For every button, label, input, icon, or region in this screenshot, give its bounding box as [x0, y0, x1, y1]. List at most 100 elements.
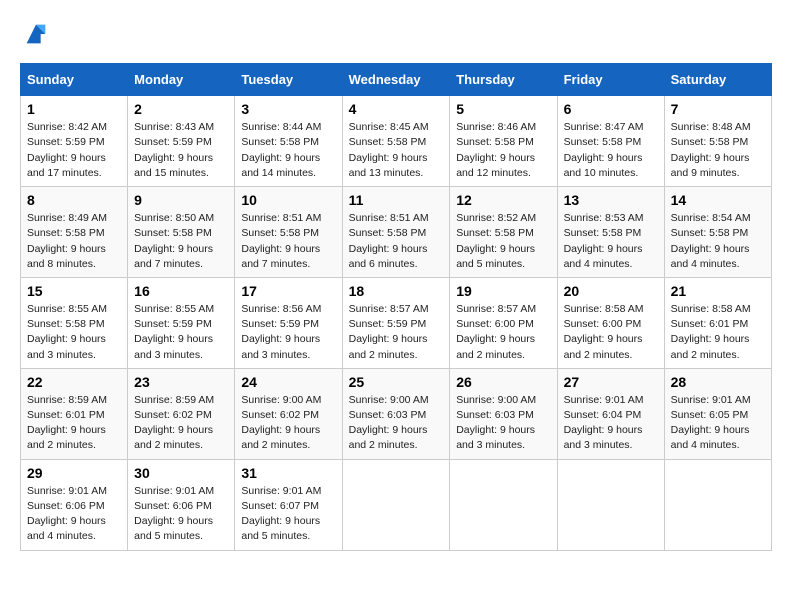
logo-icon — [22, 20, 50, 48]
calendar-cell-5-5 — [450, 459, 557, 550]
day-number: 29 — [27, 465, 121, 481]
calendar-cell-2-1: 8 Sunrise: 8:49 AMSunset: 5:58 PMDaylight… — [21, 187, 128, 278]
calendar-header-tuesday: Tuesday — [235, 64, 342, 96]
calendar-header-sunday: Sunday — [21, 64, 128, 96]
calendar-cell-5-4 — [342, 459, 450, 550]
calendar-cell-5-2: 30 Sunrise: 9:01 AMSunset: 6:06 PMDayligh… — [128, 459, 235, 550]
day-number: 30 — [134, 465, 228, 481]
day-info: Sunrise: 9:01 AMSunset: 6:07 PMDaylight:… — [241, 484, 335, 545]
day-number: 20 — [564, 283, 658, 299]
day-info: Sunrise: 8:53 AMSunset: 5:58 PMDaylight:… — [564, 211, 658, 272]
calendar-week-3: 15 Sunrise: 8:55 AMSunset: 5:58 PMDayligh… — [21, 277, 772, 368]
day-info: Sunrise: 8:52 AMSunset: 5:58 PMDaylight:… — [456, 211, 550, 272]
calendar-week-5: 29 Sunrise: 9:01 AMSunset: 6:06 PMDayligh… — [21, 459, 772, 550]
day-number: 17 — [241, 283, 335, 299]
day-info: Sunrise: 8:49 AMSunset: 5:58 PMDaylight:… — [27, 211, 121, 272]
day-number: 1 — [27, 101, 121, 117]
day-number: 8 — [27, 192, 121, 208]
day-info: Sunrise: 8:55 AMSunset: 5:58 PMDaylight:… — [27, 302, 121, 363]
day-number: 2 — [134, 101, 228, 117]
day-number: 31 — [241, 465, 335, 481]
day-info: Sunrise: 8:45 AMSunset: 5:58 PMDaylight:… — [349, 120, 444, 181]
calendar-table: SundayMondayTuesdayWednesdayThursdayFrid… — [20, 63, 772, 550]
calendar-cell-3-5: 19Sunrise: 8:57 AMSunset: 6:00 PMDayligh… — [450, 277, 557, 368]
day-info: Sunrise: 8:43 AMSunset: 5:59 PMDaylight:… — [134, 120, 228, 181]
calendar-week-2: 8 Sunrise: 8:49 AMSunset: 5:58 PMDaylight… — [21, 187, 772, 278]
day-info: Sunrise: 8:58 AMSunset: 6:01 PMDaylight:… — [671, 302, 765, 363]
calendar-cell-3-6: 20Sunrise: 8:58 AMSunset: 6:00 PMDayligh… — [557, 277, 664, 368]
day-info: Sunrise: 8:47 AMSunset: 5:58 PMDaylight:… — [564, 120, 658, 181]
calendar-cell-5-6 — [557, 459, 664, 550]
calendar-cell-1-4: 4 Sunrise: 8:45 AMSunset: 5:58 PMDaylight… — [342, 96, 450, 187]
day-number: 13 — [564, 192, 658, 208]
calendar-cell-1-5: 5 Sunrise: 8:46 AMSunset: 5:58 PMDaylight… — [450, 96, 557, 187]
calendar-header-thursday: Thursday — [450, 64, 557, 96]
day-info: Sunrise: 9:01 AMSunset: 6:04 PMDaylight:… — [564, 393, 658, 454]
day-info: Sunrise: 8:50 AMSunset: 5:58 PMDaylight:… — [134, 211, 228, 272]
day-number: 7 — [671, 101, 765, 117]
day-number: 5 — [456, 101, 550, 117]
day-info: Sunrise: 8:56 AMSunset: 5:59 PMDaylight:… — [241, 302, 335, 363]
day-info: Sunrise: 8:55 AMSunset: 5:59 PMDaylight:… — [134, 302, 228, 363]
day-number: 12 — [456, 192, 550, 208]
day-info: Sunrise: 9:01 AMSunset: 6:05 PMDaylight:… — [671, 393, 765, 454]
day-info: Sunrise: 8:51 AMSunset: 5:58 PMDaylight:… — [349, 211, 444, 272]
day-number: 26 — [456, 374, 550, 390]
calendar-header-monday: Monday — [128, 64, 235, 96]
calendar-cell-4-3: 24 Sunrise: 9:00 AMSunset: 6:02 PMDayligh… — [235, 368, 342, 459]
day-number: 27 — [564, 374, 658, 390]
calendar-header-row: SundayMondayTuesdayWednesdayThursdayFrid… — [21, 64, 772, 96]
calendar-header-friday: Friday — [557, 64, 664, 96]
day-info: Sunrise: 8:51 AMSunset: 5:58 PMDaylight:… — [241, 211, 335, 272]
day-number: 25 — [349, 374, 444, 390]
calendar-cell-2-5: 12 Sunrise: 8:52 AMSunset: 5:58 PMDayligh… — [450, 187, 557, 278]
calendar-cell-2-4: 11 Sunrise: 8:51 AMSunset: 5:58 PMDayligh… — [342, 187, 450, 278]
day-number: 6 — [564, 101, 658, 117]
calendar-week-1: 1 Sunrise: 8:42 AMSunset: 5:59 PMDaylight… — [21, 96, 772, 187]
calendar-cell-4-6: 27 Sunrise: 9:01 AMSunset: 6:04 PMDayligh… — [557, 368, 664, 459]
day-number: 4 — [349, 101, 444, 117]
calendar-header-wednesday: Wednesday — [342, 64, 450, 96]
calendar-cell-1-2: 2 Sunrise: 8:43 AMSunset: 5:59 PMDaylight… — [128, 96, 235, 187]
day-info: Sunrise: 9:00 AMSunset: 6:03 PMDaylight:… — [349, 393, 444, 454]
calendar-cell-3-4: 18 Sunrise: 8:57 AMSunset: 5:59 PMDayligh… — [342, 277, 450, 368]
calendar-cell-4-2: 23Sunrise: 8:59 AMSunset: 6:02 PMDayligh… — [128, 368, 235, 459]
day-info: Sunrise: 9:00 AMSunset: 6:03 PMDaylight:… — [456, 393, 550, 454]
day-info: Sunrise: 8:59 AMSunset: 6:01 PMDaylight:… — [27, 393, 121, 454]
calendar-header-saturday: Saturday — [664, 64, 771, 96]
day-info: Sunrise: 8:44 AMSunset: 5:58 PMDaylight:… — [241, 120, 335, 181]
day-number: 10 — [241, 192, 335, 208]
day-info: Sunrise: 8:46 AMSunset: 5:58 PMDaylight:… — [456, 120, 550, 181]
day-number: 9 — [134, 192, 228, 208]
day-number: 18 — [349, 283, 444, 299]
day-number: 28 — [671, 374, 765, 390]
day-number: 14 — [671, 192, 765, 208]
logo-text — [20, 20, 50, 53]
day-number: 11 — [349, 192, 444, 208]
calendar-week-4: 22Sunrise: 8:59 AMSunset: 6:01 PMDayligh… — [21, 368, 772, 459]
day-info: Sunrise: 8:42 AMSunset: 5:59 PMDaylight:… — [27, 120, 121, 181]
calendar-cell-4-7: 28 Sunrise: 9:01 AMSunset: 6:05 PMDayligh… — [664, 368, 771, 459]
calendar-cell-2-7: 14 Sunrise: 8:54 AMSunset: 5:58 PMDayligh… — [664, 187, 771, 278]
calendar-cell-3-7: 21 Sunrise: 8:58 AMSunset: 6:01 PMDayligh… — [664, 277, 771, 368]
day-info: Sunrise: 8:48 AMSunset: 5:58 PMDaylight:… — [671, 120, 765, 181]
calendar-cell-4-4: 25 Sunrise: 9:00 AMSunset: 6:03 PMDayligh… — [342, 368, 450, 459]
day-info: Sunrise: 9:01 AMSunset: 6:06 PMDaylight:… — [134, 484, 228, 545]
day-info: Sunrise: 8:57 AMSunset: 5:59 PMDaylight:… — [349, 302, 444, 363]
calendar-cell-1-7: 7 Sunrise: 8:48 AMSunset: 5:58 PMDaylight… — [664, 96, 771, 187]
calendar-cell-2-2: 9 Sunrise: 8:50 AMSunset: 5:58 PMDaylight… — [128, 187, 235, 278]
calendar-cell-1-3: 3 Sunrise: 8:44 AMSunset: 5:58 PMDaylight… — [235, 96, 342, 187]
calendar-cell-4-5: 26 Sunrise: 9:00 AMSunset: 6:03 PMDayligh… — [450, 368, 557, 459]
day-number: 21 — [671, 283, 765, 299]
calendar-cell-5-1: 29Sunrise: 9:01 AMSunset: 6:06 PMDayligh… — [21, 459, 128, 550]
day-number: 19 — [456, 283, 550, 299]
calendar-cell-3-2: 16Sunrise: 8:55 AMSunset: 5:59 PMDayligh… — [128, 277, 235, 368]
calendar-cell-3-1: 15 Sunrise: 8:55 AMSunset: 5:58 PMDayligh… — [21, 277, 128, 368]
day-info: Sunrise: 8:54 AMSunset: 5:58 PMDaylight:… — [671, 211, 765, 272]
calendar-cell-5-7 — [664, 459, 771, 550]
day-info: Sunrise: 9:00 AMSunset: 6:02 PMDaylight:… — [241, 393, 335, 454]
page-header — [20, 20, 772, 53]
day-number: 24 — [241, 374, 335, 390]
day-number: 3 — [241, 101, 335, 117]
day-number: 15 — [27, 283, 121, 299]
